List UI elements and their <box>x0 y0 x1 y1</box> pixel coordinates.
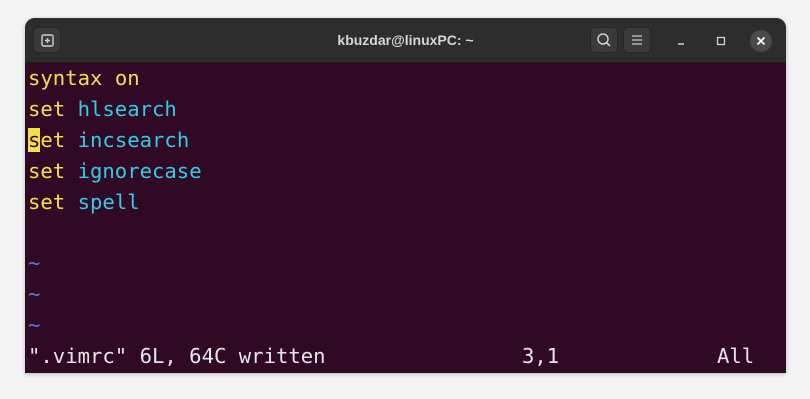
menu-button[interactable] <box>623 27 651 53</box>
cursor-position: 3,1 <box>522 344 560 368</box>
new-tab-button[interactable] <box>33 27 61 53</box>
search-button[interactable] <box>590 27 618 53</box>
editor-line: set incsearch <box>28 125 189 155</box>
new-tab-icon <box>41 34 54 47</box>
vim-editor[interactable]: syntax on set hlsearch set incsearch set… <box>25 63 772 373</box>
close-button[interactable] <box>750 30 772 52</box>
search-icon <box>597 33 611 47</box>
scroll-indicator: All <box>717 344 755 368</box>
editor-line: set spell <box>28 187 140 217</box>
scrollbar[interactable] <box>772 63 786 373</box>
maximize-icon <box>716 36 726 46</box>
editor-line: set ignorecase <box>28 156 202 186</box>
status-message: ".vimrc" 6L, 64C written <box>28 344 326 368</box>
empty-line-marker: ~ <box>28 282 41 306</box>
title-bar[interactable]: kbuzdar@linuxPC: ~ <box>25 18 786 63</box>
minimize-button[interactable] <box>670 30 692 52</box>
line-keyword: set <box>28 97 66 121</box>
hamburger-menu-icon <box>632 35 642 45</box>
line-keyword: et <box>40 128 66 152</box>
close-icon <box>756 36 766 46</box>
line-keyword: set <box>28 159 66 183</box>
line-value: hlsearch <box>77 97 177 121</box>
empty-line-marker: ~ <box>28 251 41 275</box>
terminal-window: kbuzdar@linuxPC: ~ syntax on set hlsearc… <box>25 18 786 373</box>
editor-line: set hlsearch <box>28 94 177 124</box>
maximize-button[interactable] <box>710 30 732 52</box>
line-value: on <box>114 66 140 90</box>
line-value: ignorecase <box>77 159 202 183</box>
minimize-icon <box>678 43 684 45</box>
text-cursor: s <box>28 128 41 152</box>
editor-line: syntax on <box>28 63 140 93</box>
line-value: incsearch <box>77 128 190 152</box>
line-keyword: syntax <box>28 66 103 90</box>
line-value: spell <box>77 190 140 214</box>
empty-line-marker: ~ <box>28 313 41 337</box>
line-keyword: set <box>28 190 66 214</box>
